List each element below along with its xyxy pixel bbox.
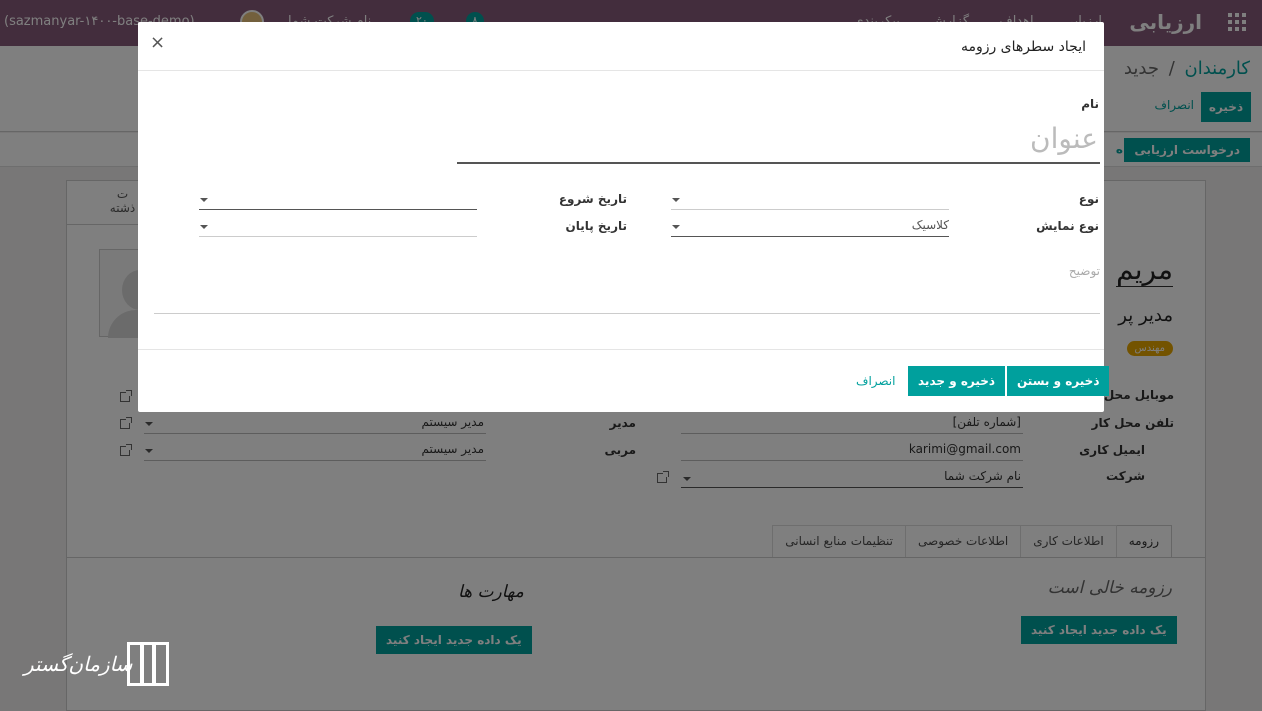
type-dropdown-caret-icon[interactable] [672, 198, 680, 202]
display-type-label: نوع نمایش [1036, 219, 1099, 233]
description-field[interactable]: توضیح [154, 264, 1100, 314]
resume-line-dialog: × ایجاد سطرهای رزومه نام نوع نوع نمایش ک… [138, 22, 1110, 412]
save-close-button[interactable]: ذخیره و بستن [1007, 366, 1110, 396]
watermark-icon [127, 642, 169, 686]
dialog-discard-button[interactable]: انصراف [846, 366, 905, 396]
name-label: نام [1081, 97, 1099, 111]
close-icon[interactable]: × [150, 32, 165, 53]
end-date-label: تاریخ پایان [565, 219, 627, 233]
start-date-label: تاریخ شروع [558, 192, 627, 206]
title-input[interactable] [457, 114, 1100, 164]
watermark-text: سازمان‌گستر [24, 652, 133, 676]
dialog-title: ایجاد سطرهای رزومه [960, 39, 1086, 55]
save-new-button[interactable]: ذخیره و جدید [908, 366, 1006, 396]
display-type-select[interactable]: کلاسیک [671, 215, 949, 237]
display-type-dropdown-caret-icon[interactable] [672, 225, 680, 229]
type-label: نوع [1078, 192, 1099, 206]
type-select[interactable] [671, 188, 949, 210]
dialog-header-divider [138, 70, 1104, 71]
start-date-caret-icon[interactable] [200, 198, 208, 202]
end-date-input[interactable] [199, 215, 477, 237]
description-placeholder: توضیح [1068, 264, 1100, 278]
dialog-footer-divider [138, 349, 1104, 350]
end-date-caret-icon[interactable] [200, 225, 208, 229]
watermark-logo: سازمان‌گستر [24, 640, 169, 690]
start-date-input[interactable] [199, 188, 477, 210]
